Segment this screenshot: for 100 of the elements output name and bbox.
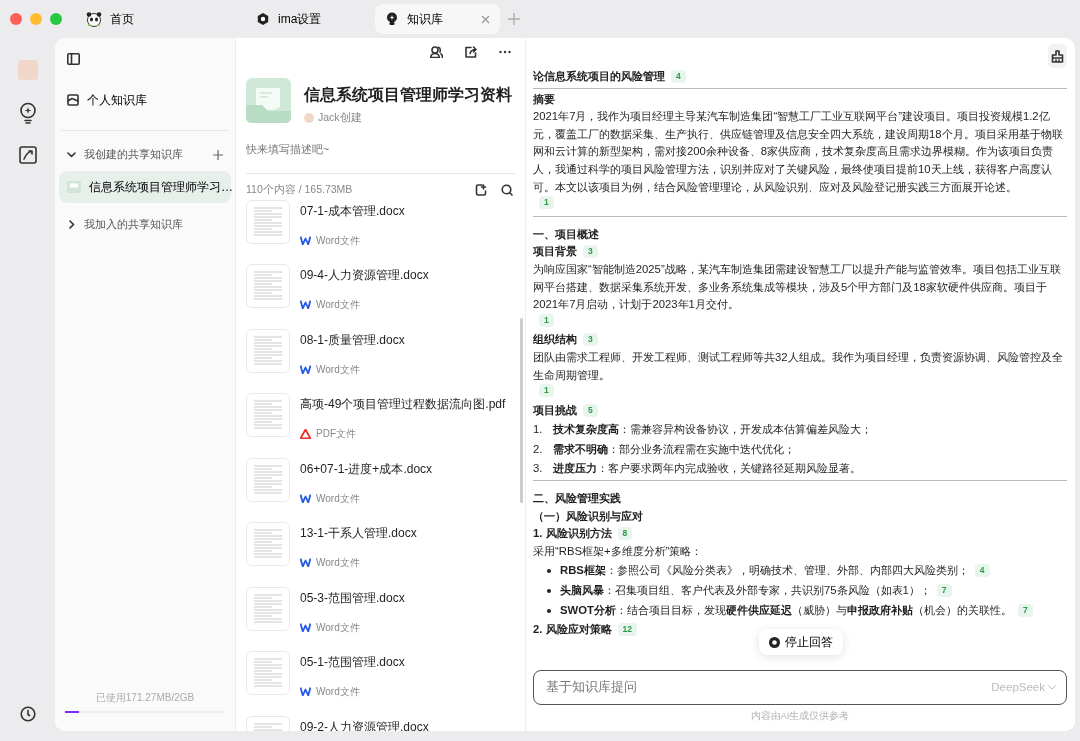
file-name: 13-1-干系人管理.docx [300, 526, 417, 541]
file-type: Word文件 [316, 620, 360, 635]
pdf-icon [300, 428, 311, 439]
stop-icon [769, 636, 780, 648]
document-thumbnail [246, 457, 290, 502]
file-name: 09-4-人力资源管理.docx [300, 268, 429, 283]
file-type: Word文件 [316, 298, 360, 312]
file-name: 05-1-范围管理.docx [300, 655, 405, 670]
heading: （一）风险识别与应对 [533, 509, 643, 522]
word-icon [300, 493, 311, 503]
personal-library-item[interactable]: 个人知识库 [59, 81, 231, 118]
file-type: Word文件 [316, 362, 360, 377]
file-item[interactable]: 07-1-成本管理.docx Word文件 [236, 199, 525, 264]
list-number: 2. [533, 441, 544, 457]
heading: 摘要 [533, 92, 555, 105]
list-item-text: 需求不明确：部分业务流程需在实施中迭代优化； [553, 441, 795, 457]
chevron-icon [67, 150, 76, 159]
folder-icon [67, 180, 81, 193]
word-icon [300, 364, 311, 374]
settings-icon [256, 12, 270, 26]
section-header[interactable]: 我创建的共享知识库 [59, 138, 231, 171]
tab[interactable]: ima设置 [246, 4, 371, 34]
lightbulb-icon[interactable] [17, 102, 38, 124]
lightbulb-icon [385, 12, 399, 26]
file-name: 06+07-1-进度+成本.docx [300, 461, 433, 477]
storage-usage-text: 已使用171.27MB/2GB [94, 691, 196, 705]
file-item[interactable]: 08-1-质量管理.docx Word文件 [236, 328, 525, 393]
file-name: 08-1-质量管理.docx [300, 332, 405, 348]
panda-icon [86, 11, 102, 27]
list-number: 3. [533, 461, 544, 477]
paragraph: 团队由需求工程师、开发工程师、测试工程师等共32人组成。我作为项目经理，负责资源协调、风险管控及全生命周期管理。 [533, 349, 1064, 383]
heading: 论信息系统项目的风险管理 [533, 70, 665, 82]
library-title: 信息系统项目管理师学习资料 [304, 85, 512, 105]
list-number: 1. [533, 422, 544, 438]
file-item[interactable]: 高项-49个项目管理过程数据流向图.pdf PDF文件 [236, 393, 525, 458]
section-header[interactable]: 我加入的共享知识库 [59, 208, 231, 241]
file-name: 05-3-范围管理.docx [300, 590, 405, 606]
clock-icon[interactable] [19, 706, 36, 722]
file-type: PDF文件 [316, 427, 356, 441]
paragraph: 采用“RBS框架+多维度分析”策略： [533, 543, 704, 559]
document-thumbnail [246, 393, 290, 437]
disclaimer-text: 内容由AI生成仅供参考 [749, 708, 851, 723]
file-item[interactable]: 13-1-干系人管理.docx Word文件 [236, 522, 525, 587]
file-item[interactable]: 05-1-范围管理.docx Word文件 [236, 651, 525, 716]
close-icon[interactable] [481, 14, 490, 24]
file-type: Word文件 [316, 685, 360, 699]
file-name: 高项-49个项目管理过程数据流向图.pdf [300, 397, 506, 412]
document-thumbnail [246, 264, 290, 308]
paragraph: 为响应国家“智能制造2025”战略，某汽车制造集团需建设智慧工厂以提升产能与监管效率。项目包括工业互联网平台搭建、数据采集系统开发、多业务系统集成等模块，涉及5个甲方部门及18家软硬件供应商。项目于2021年7月启动，计划于2023年1月交付。 [533, 261, 1062, 313]
word-icon [300, 558, 311, 567]
avatar [304, 113, 314, 124]
tab[interactable]: 首页 [76, 4, 201, 34]
tab[interactable]: 知识库 [375, 4, 500, 34]
members-icon[interactable] [430, 46, 443, 58]
scrollbar[interactable] [520, 318, 523, 503]
content-summary: 110个内容 / 165.73MB [246, 181, 353, 197]
edit-icon[interactable] [18, 146, 37, 164]
library-icon [67, 93, 79, 106]
stop-answer-button[interactable]: 停止回答 [759, 629, 843, 655]
list-item-text: 头脑风暴：召集项目组、客户代表及外部专家，共识别75条风险（如表1）； [560, 584, 931, 597]
search-icon[interactable] [501, 183, 513, 196]
document-thumbnail [246, 522, 290, 566]
heading: 项目挑战 [533, 403, 577, 416]
heading: 1. 风险识别方法 [533, 527, 612, 540]
heading: 2. 风险应对策略 [533, 623, 612, 636]
clean-button[interactable] [1048, 44, 1067, 68]
list-item-text: 技术复杂度高：需兼容异构设备协议，开发成本估算偏差风险大； [553, 422, 872, 438]
file-item[interactable]: 06+07-1-进度+成本.docx Word文件 [236, 457, 525, 522]
file-type: Word文件 [316, 556, 360, 570]
broom-icon [1051, 49, 1064, 63]
bullet-icon [547, 608, 551, 613]
word-icon [300, 300, 311, 309]
list-item-text: RBS框架：参照公司《风险分类表》，明确技术、管理、外部、内部四大风险类别； [560, 564, 969, 577]
list-item-text: SWOT分析：结合项目目标，发现硬件供应延迟（威胁）与申报政府补贴（机会）的关联性。 [560, 603, 1012, 616]
chevron-icon [67, 220, 76, 229]
file-item[interactable]: 09-4-人力资源管理.docx Word文件 [236, 264, 525, 329]
sidebar-toggle-icon[interactable] [67, 52, 80, 65]
list-item-text: 进度压力：客户要求两年内完成验收，关键路径延期风险显著。 [553, 461, 861, 477]
add-file-icon[interactable] [475, 183, 487, 196]
word-icon [300, 622, 311, 632]
paragraph: 2021年7月，我作为项目经理主导某汽车制造集团“智慧工厂工业互联网平台”建设项目。项目投资规模1.2亿元，覆盖工厂的数据采集、生产执行、供应链管理及信息安全四大系统，建设周期18个月。项目采用基于物联网和云计算的新型架构，需对接200余种设备、8家供应商，技术复杂度高且需求边界模糊。作为该项目负责人，我通过科学的项目风险管理方法，识别并应对了关键风险，最终使项目提前10天上线，获得客户高度认可。本文以该项目为例，结合风险管理理论，从风险识别、应对及风险登记册实践三方面展开论述。 [533, 109, 1064, 195]
file-name: 07-1-成本管理.docx [300, 203, 405, 219]
section-heading: 二、风险管理实践 [533, 492, 621, 505]
chevron-down-icon [1048, 684, 1056, 690]
file-type: Word文件 [316, 233, 360, 248]
document-thumbnail [246, 586, 290, 631]
word-icon [300, 687, 311, 696]
window-close-button[interactable] [10, 13, 22, 25]
folder-cover-icon [246, 78, 291, 123]
heading: 组织结构 [533, 333, 577, 346]
word-icon [300, 235, 311, 245]
document-thumbnail [246, 328, 290, 373]
share-icon[interactable] [465, 46, 477, 58]
document-thumbnail [246, 199, 290, 244]
heading: 项目背景 [533, 245, 577, 258]
library-item[interactable]: 信息系统项目管理师学习… [59, 170, 231, 203]
file-type: Word文件 [316, 491, 360, 506]
bullet-icon [547, 589, 551, 594]
file-item[interactable]: 05-3-范围管理.docx Word文件 [236, 586, 525, 651]
add-icon[interactable] [213, 149, 223, 160]
